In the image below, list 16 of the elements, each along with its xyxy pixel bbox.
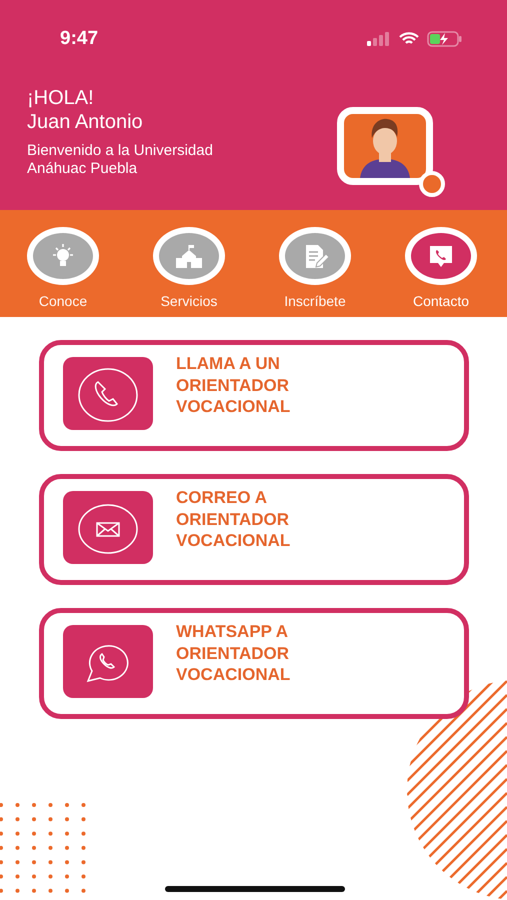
battery-icon [427,31,463,47]
signal-icon [367,32,391,46]
contact-option-card[interactable]: LLAMA A UN ORIENTADOR VOCACIONAL [39,340,469,451]
welcome-text: Bienvenido a la Universidad Anáhuac Puebla [27,142,213,178]
nav-tab[interactable]: Inscríbete [252,227,378,317]
nav-tab[interactable]: Servicios [126,227,252,317]
wifi-icon [399,32,419,46]
contact-option-card[interactable]: CORREO A ORIENTADOR VOCACIONAL [39,474,469,585]
avatar[interactable] [337,107,433,185]
nav-tab[interactable]: Conoce [0,227,126,317]
contact-option-card[interactable]: WHATSAPP A ORIENTADOR VOCACIONAL [39,608,469,719]
status-time: 9:47 [60,26,98,51]
nav-tab[interactable]: Contacto [378,227,504,317]
greeting: ¡HOLA! [27,86,95,110]
user-name: Juan Antonio [27,110,144,134]
school-icon [174,242,204,270]
